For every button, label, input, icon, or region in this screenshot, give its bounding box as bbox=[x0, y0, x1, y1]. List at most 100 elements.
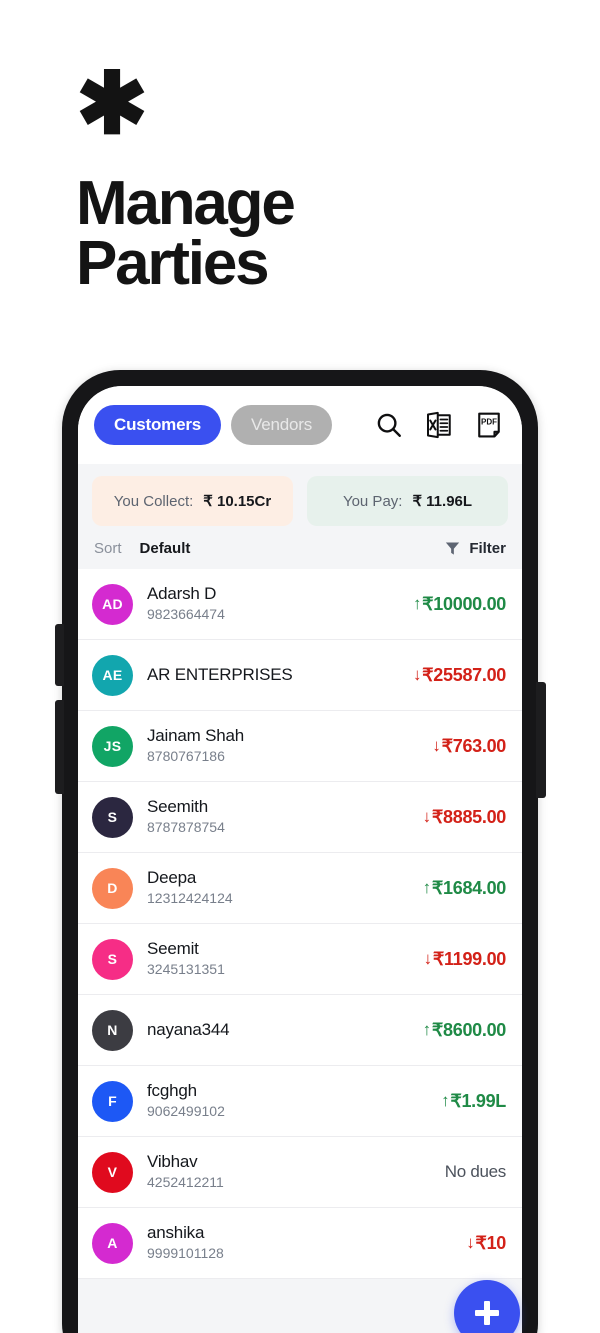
arrow-down-icon: ↓ bbox=[432, 736, 441, 755]
party-amount: ↓ ₹1199.00 bbox=[424, 949, 507, 970]
sort-label: Sort bbox=[94, 540, 122, 557]
party-name: anshika bbox=[147, 1222, 205, 1242]
party-name: nayana344 bbox=[147, 1019, 230, 1039]
arrow-down-icon: ↓ bbox=[412, 665, 422, 684]
party-amount-value: ₹763.00 bbox=[441, 735, 507, 756]
svg-text:PDF: PDF bbox=[481, 417, 497, 426]
party-amount: ↑ ₹8600.00 bbox=[423, 1019, 507, 1041]
party-list[interactable]: AD Adarsh D 9823664474 ↑ ₹10000.00 AE AR ENTER… bbox=[78, 569, 522, 1279]
party-amount-value: ₹25587.00 bbox=[422, 664, 506, 685]
arrow-up-icon: ↑ bbox=[412, 594, 422, 613]
arrow-up-icon: ↑ bbox=[422, 878, 432, 897]
promo-block: ✱ Manage Parties bbox=[76, 61, 516, 299]
screenshot-root: ✱ Manage Parties Customers Vendors PDF Y… bbox=[0, 0, 600, 1333]
you-pay-card[interactable]: You Pay: ₹ 11.96L bbox=[307, 476, 508, 526]
party-info: anshika 9999101128 bbox=[147, 1223, 466, 1263]
party-phone: 12312424124 bbox=[147, 890, 233, 907]
top-bar-icon-group: PDF bbox=[374, 410, 504, 440]
you-collect-card[interactable]: You Collect: ₹ 10.15Cr bbox=[92, 476, 293, 526]
party-amount-value: ₹8600.00 bbox=[431, 1019, 506, 1040]
party-amount-value: ₹10 bbox=[475, 1232, 506, 1253]
party-name: Vibhav bbox=[147, 1151, 198, 1171]
excel-export-icon[interactable] bbox=[424, 410, 454, 440]
avatar: V bbox=[92, 1151, 133, 1193]
phone-mockup: Customers Vendors PDF You Collect: ₹ 10.… bbox=[55, 370, 546, 1333]
party-amount: No dues bbox=[444, 1162, 507, 1181]
party-amount: ↓ ₹8885.00 bbox=[422, 806, 507, 828]
party-row[interactable]: S Seemit 3245131351 ↓ ₹1199.00 bbox=[78, 924, 522, 995]
party-name: Seemith bbox=[147, 796, 208, 816]
sort-value[interactable]: Default bbox=[140, 540, 191, 557]
volume-down-button[interactable] bbox=[55, 700, 64, 794]
party-name: Seemit bbox=[147, 938, 199, 958]
party-phone: 9823664474 bbox=[147, 606, 225, 623]
party-row[interactable]: Ffcghgh 9062499102 ↑ ₹1.99L bbox=[78, 1066, 522, 1137]
party-amount: ↑ ₹1684.00 bbox=[422, 877, 507, 899]
avatar: N bbox=[92, 1009, 133, 1051]
party-phone: 8787878754 bbox=[147, 819, 225, 836]
you-collect-value: ₹ 10.15Cr bbox=[203, 493, 272, 510]
party-row[interactable]: AD Adarsh D 9823664474 ↑ ₹10000.00 bbox=[78, 569, 522, 640]
tab-vendors[interactable]: Vendors bbox=[231, 405, 332, 445]
party-name: Jainam Shah bbox=[147, 725, 245, 745]
party-info: Seemit 3245131351 bbox=[147, 939, 424, 979]
party-row[interactable]: D Deepa 12312424124 ↑ ₹1684.00 bbox=[78, 853, 522, 924]
search-icon[interactable] bbox=[374, 410, 404, 440]
sort-filter-bar: Sort Default Filter bbox=[78, 532, 522, 569]
avatar: JS bbox=[92, 725, 133, 767]
party-amount: ↓ ₹10 bbox=[466, 1233, 506, 1254]
filter-button[interactable]: Filter bbox=[444, 540, 506, 557]
tab-vendors-label: Vendors bbox=[251, 415, 312, 434]
party-amount: ↓ ₹25587.00 bbox=[413, 665, 506, 686]
party-phone: 4252412211 bbox=[147, 1174, 224, 1191]
party-amount: ↑ ₹1.99L bbox=[441, 1091, 506, 1112]
arrow-down-icon: ↓ bbox=[422, 807, 432, 826]
page-title-line-1: Manage bbox=[76, 169, 296, 238]
avatar: A bbox=[92, 1222, 133, 1264]
party-row[interactable]: S Seemith 8787878754 ↓ ₹8885.00 bbox=[78, 782, 522, 853]
party-row[interactable]: AE AR ENTERPRISES ↓ ₹25587.00 bbox=[78, 640, 522, 711]
party-info: Deepa 12312424124 bbox=[147, 868, 423, 908]
you-pay-value: ₹ 11.96L bbox=[412, 493, 473, 510]
you-pay-label: You Pay: bbox=[342, 492, 403, 510]
party-name: AR ENTERPRISES bbox=[147, 664, 293, 684]
party-amount: ↓ ₹763.00 bbox=[432, 736, 506, 757]
volume-up-button[interactable] bbox=[55, 624, 64, 686]
phone-screen: Customers Vendors PDF You Collect: ₹ 10.… bbox=[78, 386, 522, 1333]
party-info: Seemith 8787878754 bbox=[147, 797, 423, 837]
party-row[interactable]: V Vibhav 4252412211 No dues bbox=[78, 1137, 522, 1208]
party-amount: ↑ ₹10000.00 bbox=[413, 594, 506, 615]
avatar: D bbox=[92, 867, 133, 909]
tab-customers-label: Customers bbox=[114, 415, 202, 434]
filter-icon bbox=[446, 542, 460, 555]
party-amount-value: ₹8885.00 bbox=[431, 806, 506, 827]
arrow-down-icon: ↓ bbox=[466, 1233, 475, 1252]
party-row[interactable]: Nnayana344 ↑ ₹8600.00 bbox=[78, 995, 522, 1066]
party-info: Jainam Shah 8780767186 bbox=[147, 726, 432, 766]
avatar: S bbox=[92, 938, 133, 980]
party-phone: 3245131351 bbox=[147, 961, 225, 978]
app-top-bar: Customers Vendors PDF bbox=[78, 386, 522, 464]
party-name: Adarsh D bbox=[147, 583, 217, 603]
party-info: Adarsh D 9823664474 bbox=[147, 584, 413, 624]
party-name: fcghgh bbox=[147, 1080, 197, 1100]
arrow-up-icon: ↑ bbox=[441, 1091, 450, 1110]
page-title-line-2: Parties bbox=[76, 229, 270, 299]
party-row[interactable]: Aanshika 9999101128 ↓ ₹10 bbox=[78, 1208, 522, 1279]
party-phone: 9062499102 bbox=[147, 1103, 225, 1120]
avatar: F bbox=[92, 1080, 133, 1122]
plus-icon bbox=[474, 1300, 500, 1326]
party-amount-value: ₹1684.00 bbox=[431, 877, 506, 898]
summary-cards: You Collect: ₹ 10.15Cr You Pay: ₹ 11.96L bbox=[78, 464, 522, 532]
party-name: Deepa bbox=[147, 867, 197, 887]
party-row[interactable]: JS Jainam Shah 8780767186 ↓ ₹763.00 bbox=[78, 711, 522, 782]
party-phone: 8780767186 bbox=[147, 748, 225, 765]
tab-customers[interactable]: Customers bbox=[94, 405, 222, 445]
party-phone: 9999101128 bbox=[147, 1245, 224, 1262]
power-button[interactable] bbox=[536, 682, 546, 798]
party-amount-value: ₹10000.00 bbox=[422, 593, 506, 614]
party-info: AR ENTERPRISES bbox=[147, 665, 413, 685]
avatar: S bbox=[92, 796, 133, 838]
pdf-export-icon[interactable]: PDF bbox=[474, 410, 504, 440]
page-title: Manage Parties bbox=[76, 173, 516, 299]
